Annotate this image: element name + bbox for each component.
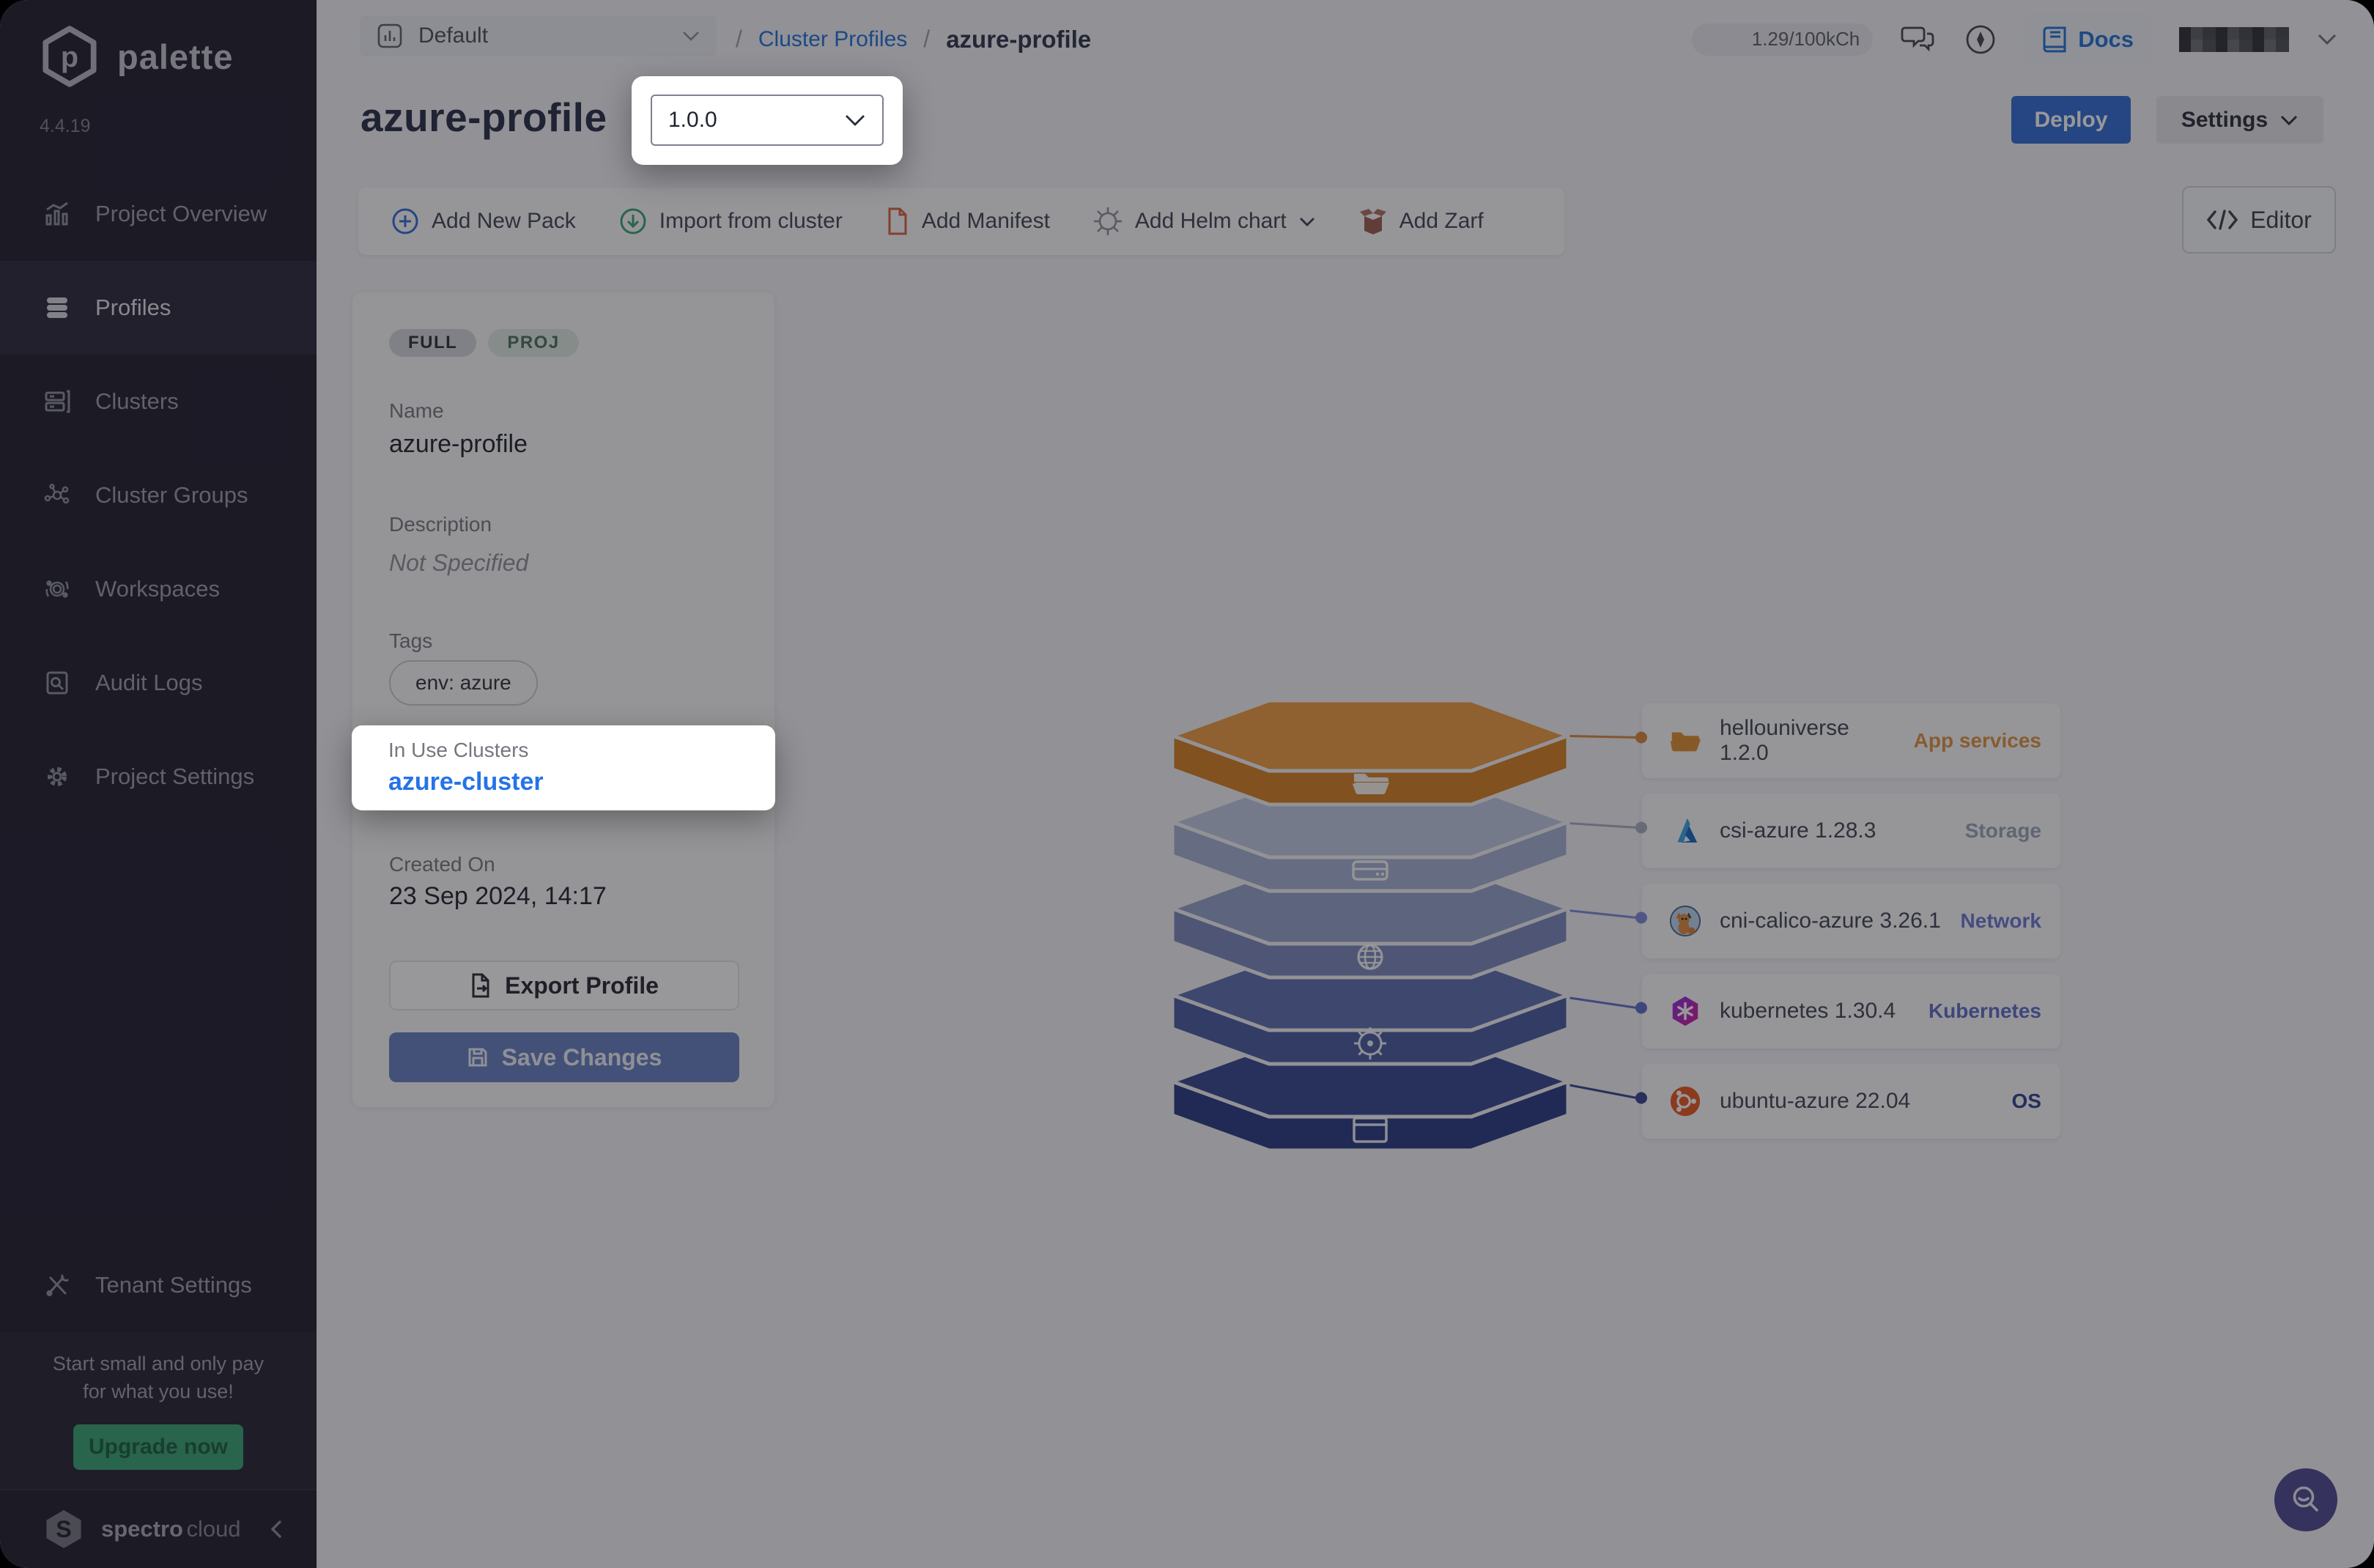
in-use-clusters-label: In Use Clusters xyxy=(388,739,528,762)
in-use-cluster-link[interactable]: azure-cluster xyxy=(388,768,544,796)
in-use-clusters-spotlight-card: In Use Clusters azure-cluster xyxy=(352,725,775,810)
version-spotlight-card: 1.0.0 xyxy=(632,76,903,165)
chevron-down-icon xyxy=(844,114,866,127)
profile-version-select[interactable]: 1.0.0 xyxy=(651,95,884,146)
app-window: p palette 4.4.19 Project Overview xyxy=(0,0,2374,1568)
profile-version-value: 1.0.0 xyxy=(668,108,717,133)
